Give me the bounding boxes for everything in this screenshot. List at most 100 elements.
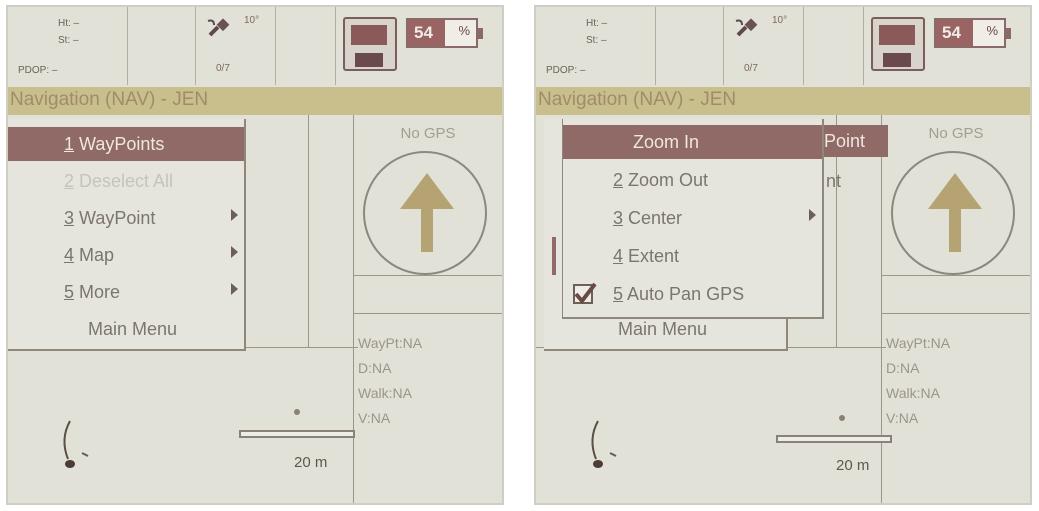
nav-side-panel: No GPS WayPt:NA D:NA Walk:NA V:NA (881, 115, 1030, 503)
gps-track (591, 420, 617, 468)
page-title: Navigation (NAV) - JEN (10, 89, 209, 110)
menu-item-label: Zoom Out (623, 170, 709, 190)
menu-item-number: 4 (613, 246, 624, 266)
height-readout: Ht: – (586, 18, 608, 29)
submenu-arrow-icon (231, 209, 238, 221)
menu-item-extent[interactable]: 4 Extent (563, 239, 822, 273)
menu-item-label: Extent (623, 246, 680, 266)
menu-item-more[interactable]: 5 More (8, 275, 244, 309)
menu-item-label: WayPoints (74, 134, 165, 154)
divider (354, 275, 502, 276)
scale-marker (839, 415, 845, 421)
state-readout: St: – (586, 35, 607, 46)
menu-item-deselect-all[interactable]: 2 Deselect All (8, 164, 244, 198)
menu-item-number: 3 (613, 208, 624, 228)
background-selection: Point (822, 125, 888, 157)
menu-item-number: 3 (64, 208, 75, 228)
header-spacer (804, 7, 864, 85)
distance-readout: D:NA (358, 360, 392, 376)
battery-unit: % (986, 23, 998, 38)
menu-item-waypoints[interactable]: 1 WayPoints (8, 127, 244, 161)
divider (354, 313, 502, 314)
record-icon[interactable] (343, 17, 397, 71)
menu-item-center[interactable]: 3 Center (563, 201, 822, 235)
page-title: Navigation (NAV) - JEN (538, 89, 737, 110)
menu-item-zoom-out[interactable]: 2 Zoom Out (563, 163, 822, 197)
gps-stats: Ht: – St: – PDOP: – (8, 7, 128, 85)
battery-value: 54 (942, 23, 961, 42)
status-header: Ht: – St: – PDOP: – 10° 0/7 54 % (536, 7, 1030, 85)
partial-menu-label: nt (826, 171, 842, 191)
menu-item-label: WayPoint (74, 208, 156, 228)
pdop-readout: PDOP: – (546, 65, 586, 76)
divider (882, 313, 1030, 314)
waypoint-readout: WayPt:NA (886, 335, 951, 351)
scale-label: 20 m (294, 454, 328, 471)
satellite-count: 0/7 (744, 63, 758, 74)
menu-item-label: Deselect All (74, 171, 174, 191)
walk-readout: Walk:NA (358, 385, 412, 401)
menu-item-number: 2 (613, 170, 624, 190)
north-arrow-shaft (949, 208, 961, 252)
compass (363, 151, 487, 275)
status-header: Ht: – St: – PDOP: – 10° 0/7 54 % (8, 7, 502, 85)
gps-stats: Ht: – St: – PDOP: – (536, 7, 656, 85)
menu-item-label: Main Menu (88, 319, 178, 339)
auto-pan-checkbox[interactable] (573, 282, 597, 305)
menu-item-label: Center (623, 208, 683, 228)
menu-item-main-menu[interactable]: Main Menu (8, 312, 244, 346)
checkmark-icon (574, 282, 597, 305)
battery-indicator: 54 % (406, 18, 483, 48)
velocity-readout: V:NA (886, 410, 919, 426)
submenu-arrow-icon (231, 283, 238, 295)
map-submenu: Zoom In 2 Zoom Out 3 Center 4 Extent 5 A… (562, 119, 824, 319)
satellite-status[interactable]: 10° 0/7 (196, 7, 276, 85)
menu-item-label: Map (74, 245, 115, 265)
battery-value: 54 (414, 23, 433, 42)
pdop-readout: PDOP: – (18, 65, 58, 76)
north-arrow-icon (928, 173, 982, 209)
menu-item-label: Zoom In (633, 132, 700, 152)
satellite-icon (735, 18, 758, 37)
main-menu-label: Main Menu (618, 319, 708, 339)
header-spacer (128, 7, 196, 85)
title-bar: Navigation (NAV) - JEN (8, 87, 502, 115)
satellite-status[interactable]: 10° 0/7 (724, 7, 804, 85)
menu-item-number: 2 (64, 171, 75, 191)
battery-terminal (1006, 28, 1011, 39)
battery-terminal (478, 28, 483, 39)
header-spacer (276, 7, 336, 85)
scale-marker (294, 409, 300, 415)
menu-item-map[interactable]: 4 Map (8, 238, 244, 272)
compass (891, 151, 1015, 275)
battery-indicator: 54 % (934, 18, 1011, 48)
menu-item-label: More (74, 282, 121, 302)
gps-status-text: No GPS (400, 125, 456, 142)
header-spacer (656, 7, 724, 85)
north-arrow-shaft (421, 208, 433, 252)
menu-item-zoom-in[interactable]: Zoom In (563, 125, 822, 159)
selection-marker (552, 237, 556, 275)
partial-menu-label: Point (824, 131, 866, 151)
nav-side-panel: No GPS WayPt:NA D:NA Walk:NA V:NA (353, 115, 502, 503)
record-icon[interactable] (871, 17, 925, 71)
gps-status-text: No GPS (928, 125, 984, 142)
menu-item-number: 5 (613, 284, 624, 304)
satellite-count: 0/7 (216, 63, 230, 74)
menu-item-number: 1 (64, 134, 75, 154)
title-bar: Navigation (NAV) - JEN (536, 87, 1030, 115)
menu-item-auto-pan-gps[interactable]: 5 Auto Pan GPS (563, 277, 822, 311)
device-screen-left: Ht: – St: – PDOP: – 10° 0/7 54 % Navigat… (6, 5, 504, 505)
scale-label: 20 m (836, 457, 870, 474)
north-arrow-icon (400, 173, 454, 209)
menu-item-waypoint[interactable]: 3 WayPoint (8, 201, 244, 235)
state-readout: St: – (58, 35, 79, 46)
waypoint-readout: WayPt:NA (358, 335, 423, 351)
satellite-elevation: 10° (772, 15, 788, 26)
satellite-icon (207, 18, 230, 37)
scale-bar (776, 435, 892, 443)
map-grid-line (308, 115, 309, 347)
height-readout: Ht: – (58, 18, 80, 29)
velocity-readout: V:NA (358, 410, 391, 426)
walk-readout: Walk:NA (886, 385, 940, 401)
